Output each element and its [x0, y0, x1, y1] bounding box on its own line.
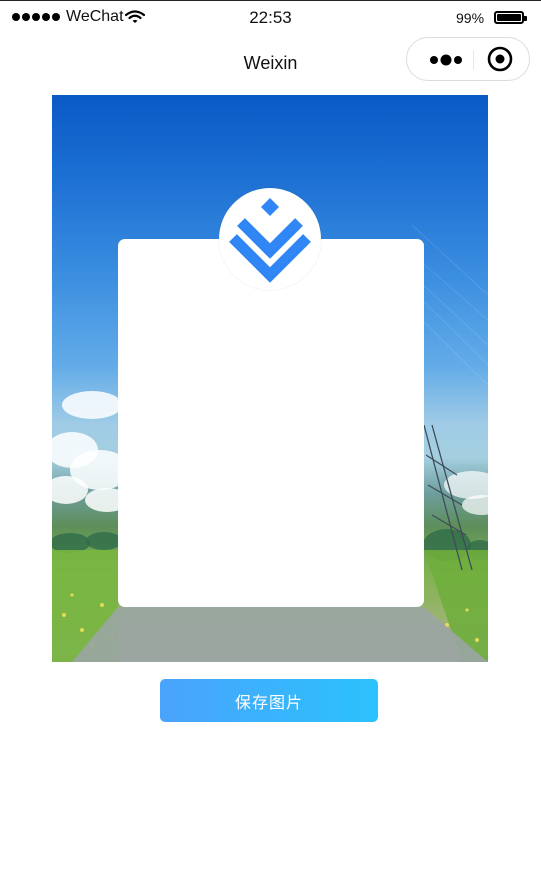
chevron-diamond-logo-icon	[229, 198, 311, 283]
battery-percent: 99%	[456, 10, 485, 26]
menu-capsule	[406, 37, 530, 81]
nav-bar: Weixin	[0, 37, 541, 88]
poster-card	[118, 239, 424, 607]
status-bar: WeChat 22:53 99%	[0, 0, 541, 35]
more-button[interactable]	[415, 38, 473, 80]
more-dots-icon	[430, 54, 462, 66]
save-image-button[interactable]: 保存图片	[160, 679, 378, 722]
target-close-icon	[487, 46, 513, 72]
close-button[interactable]	[474, 38, 530, 80]
battery-icon	[494, 11, 527, 24]
logo-badge	[219, 188, 321, 290]
poster-image	[52, 95, 488, 662]
